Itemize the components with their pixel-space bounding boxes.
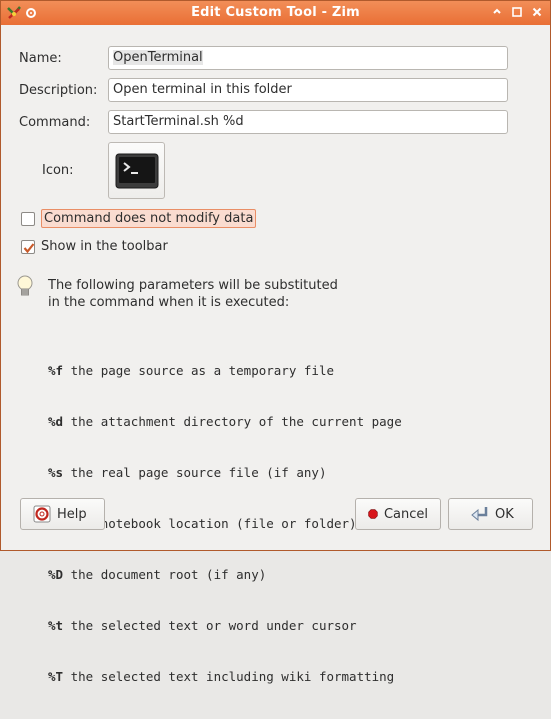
toolbar-checkbox[interactable] xyxy=(21,239,35,254)
command-field[interactable]: StartTerminal.sh %d xyxy=(108,110,508,134)
no-modify-option[interactable]: Command does not modify data xyxy=(21,209,257,228)
info-line-2: in the command when it is executed: xyxy=(48,295,290,310)
ok-return-icon xyxy=(471,507,488,522)
description-field[interactable]: Open terminal in this folder xyxy=(108,78,508,102)
param-row: %D the document root (if any) xyxy=(48,567,267,582)
ok-button-label: OK xyxy=(495,506,514,522)
help-button[interactable]: Help xyxy=(20,498,105,530)
name-field[interactable]: OpenTerminal xyxy=(108,46,508,70)
param-row: %T the selected text including wiki form… xyxy=(48,669,395,684)
param-row: %f the page source as a temporary file xyxy=(48,363,334,378)
icon-label: Icon: xyxy=(42,163,74,178)
edit-custom-tool-dialog: Edit Custom Tool - Zim Name: OpenTermina… xyxy=(0,0,551,684)
ok-button[interactable]: OK xyxy=(448,498,533,530)
stop-icon xyxy=(368,509,378,519)
info-text: The following parameters will be substit… xyxy=(48,277,338,311)
info-line-1: The following parameters will be substit… xyxy=(48,278,338,293)
icon-chooser-button[interactable] xyxy=(108,142,165,199)
param-row: %t the selected text or word under curso… xyxy=(48,618,357,633)
close-icon[interactable] xyxy=(530,5,544,19)
no-modify-checkbox[interactable] xyxy=(21,211,35,226)
description-label: Description: xyxy=(19,83,98,98)
minimize-icon[interactable] xyxy=(490,5,504,19)
param-row: %s the real page source file (if any) xyxy=(48,465,327,480)
terminal-icon xyxy=(115,153,158,188)
toolbar-label[interactable]: Show in the toolbar xyxy=(41,239,168,254)
command-label: Command: xyxy=(19,115,91,130)
cancel-button-label: Cancel xyxy=(383,506,428,522)
toolbar-option[interactable]: Show in the toolbar xyxy=(21,239,168,254)
maximize-icon[interactable] xyxy=(510,5,524,19)
title-bar[interactable]: Edit Custom Tool - Zim xyxy=(1,1,550,25)
help-icon xyxy=(33,505,51,523)
help-button-label: Help xyxy=(57,506,87,522)
name-field-value: OpenTerminal xyxy=(113,50,203,65)
name-label: Name: xyxy=(19,51,62,66)
window-controls xyxy=(490,5,544,19)
lightbulb-icon xyxy=(15,274,35,302)
window-title: Edit Custom Tool - Zim xyxy=(191,5,360,20)
no-modify-label[interactable]: Command does not modify data xyxy=(41,209,257,228)
cancel-button[interactable]: Cancel xyxy=(355,498,441,530)
param-row: %d the attachment directory of the curre… xyxy=(48,414,402,429)
